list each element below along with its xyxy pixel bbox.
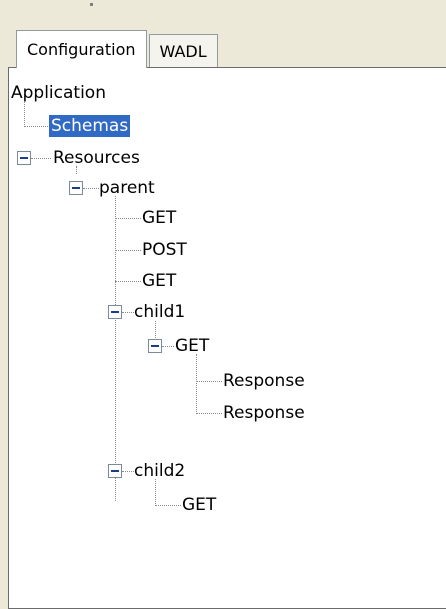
child1-collapse-icon[interactable] [108, 305, 122, 319]
page: Configuration WADL Application Schemas R… [0, 0, 446, 609]
tree-node-child1[interactable]: child1 [132, 297, 187, 327]
tree-line [115, 281, 141, 282]
tree-node-get[interactable]: GET [140, 266, 178, 296]
tree-node-label: child1 [134, 302, 186, 322]
tree-node-schemas[interactable]: Schemas [49, 111, 131, 141]
tree-node-child2-get[interactable]: GET [180, 490, 218, 520]
tree-node-child2[interactable]: child2 [132, 456, 187, 486]
tree-line [24, 126, 50, 127]
top-mark [90, 3, 93, 6]
top-strip [0, 0, 446, 30]
tree-node-resources[interactable]: Resources [51, 143, 142, 173]
tree-node-parent[interactable]: parent [97, 173, 157, 203]
tree-node-label: Schemas [49, 115, 131, 137]
tree-line [115, 218, 141, 219]
tree-node-response[interactable]: Response [221, 398, 307, 428]
tree-node-application[interactable]: Application [9, 78, 108, 108]
tree-node-label: Response [223, 403, 305, 423]
tree-node-label: GET [182, 495, 217, 515]
tree-node-label: child2 [134, 461, 186, 481]
tree-line [155, 505, 181, 506]
tree-node-label: Response [223, 371, 305, 391]
tree-line [31, 158, 51, 159]
tree-line [196, 354, 197, 414]
tree-pane: Application Schemas Resources parent GET… [8, 67, 446, 609]
tree-node-label: parent [99, 178, 155, 198]
tree-line [115, 196, 116, 501]
child2-collapse-icon[interactable] [108, 464, 122, 478]
tree-line [115, 250, 141, 251]
resource-tree: Application Schemas Resources parent GET… [9, 68, 446, 608]
resources-collapse-icon[interactable] [17, 151, 31, 165]
tab-configuration[interactable]: Configuration [16, 30, 147, 68]
tree-node-label: GET [142, 271, 177, 291]
tab-wadl[interactable]: WADL [148, 34, 218, 68]
tree-node-child1-get[interactable]: GET [173, 331, 211, 361]
tree-node-label: POST [142, 240, 187, 260]
tree-node-label: Application [11, 83, 106, 103]
parent-collapse-icon[interactable] [69, 181, 83, 195]
tree-node-post[interactable]: POST [140, 235, 189, 265]
tree-node-get[interactable]: GET [140, 203, 178, 233]
tree-node-label: GET [175, 336, 210, 356]
tree-node-response[interactable]: Response [221, 366, 307, 396]
tree-node-label: Resources [53, 148, 140, 168]
tree-line [196, 413, 222, 414]
child1-get-collapse-icon[interactable] [148, 339, 162, 353]
tree-line [196, 381, 222, 382]
tree-node-label: GET [142, 208, 177, 228]
tab-bar: Configuration WADL [16, 30, 218, 68]
